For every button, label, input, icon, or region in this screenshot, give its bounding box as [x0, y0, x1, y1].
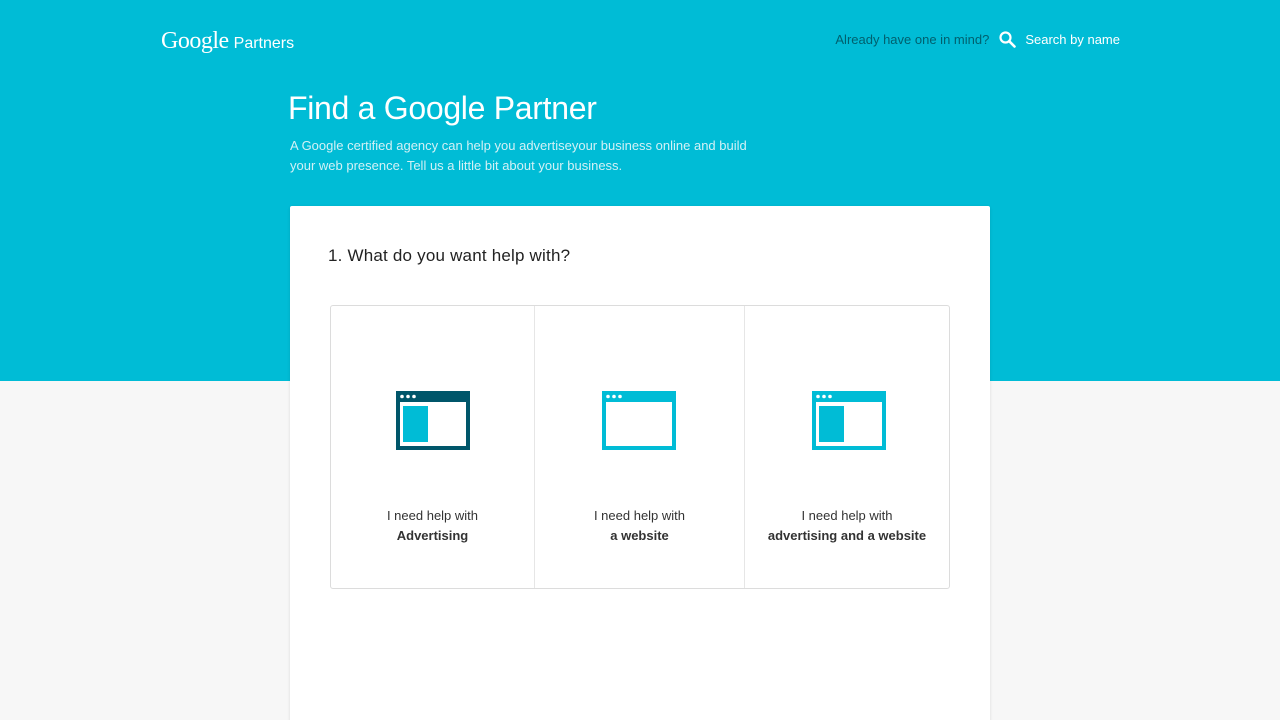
- already-have-one-text: Already have one in mind?: [835, 31, 990, 47]
- help-options: I need help with Advertising I need help…: [330, 305, 950, 589]
- search-icon: [999, 30, 1017, 48]
- logo-partners-text: Partners: [233, 35, 295, 52]
- option-website-text: I need help with a website: [535, 506, 744, 546]
- option-advertising-text: I need help with Advertising: [331, 506, 534, 546]
- browser-window-sidebar-icon: [396, 391, 470, 450]
- option-line1: I need help with: [801, 508, 893, 523]
- option-advertising[interactable]: I need help with Advertising: [331, 306, 535, 588]
- option-line2: Advertising: [396, 528, 469, 543]
- option-line2: a website: [610, 528, 669, 543]
- option-website[interactable]: I need help with a website: [535, 306, 745, 588]
- option-line2: advertising and a website: [767, 528, 927, 543]
- page-title: Find a Google Partner: [288, 90, 597, 126]
- browser-window-sidebar-icon: [812, 391, 886, 450]
- search-by-name-label: Search by name: [1025, 31, 1120, 47]
- question-label: 1. What do you want help with?: [328, 246, 571, 265]
- option-advertising-and-website[interactable]: I need help with advertising and a websi…: [745, 306, 949, 588]
- google-partners-logo[interactable]: Google Partners: [161, 28, 294, 55]
- option-line1: I need help with: [386, 508, 479, 523]
- header-search-area: Already have one in mind? Search by name: [835, 28, 1120, 50]
- search-by-name-link[interactable]: Search by name: [999, 30, 1120, 48]
- option-line1: I need help with: [593, 508, 686, 523]
- option-advertising-and-website-text: I need help with advertising and a websi…: [745, 506, 949, 546]
- question-card: 1. What do you want help with? I need he…: [290, 206, 990, 720]
- logo-google-text: Google: [161, 28, 229, 54]
- page-description: A Google certified agency can help you a…: [290, 138, 747, 173]
- browser-window-icon: [602, 391, 676, 450]
